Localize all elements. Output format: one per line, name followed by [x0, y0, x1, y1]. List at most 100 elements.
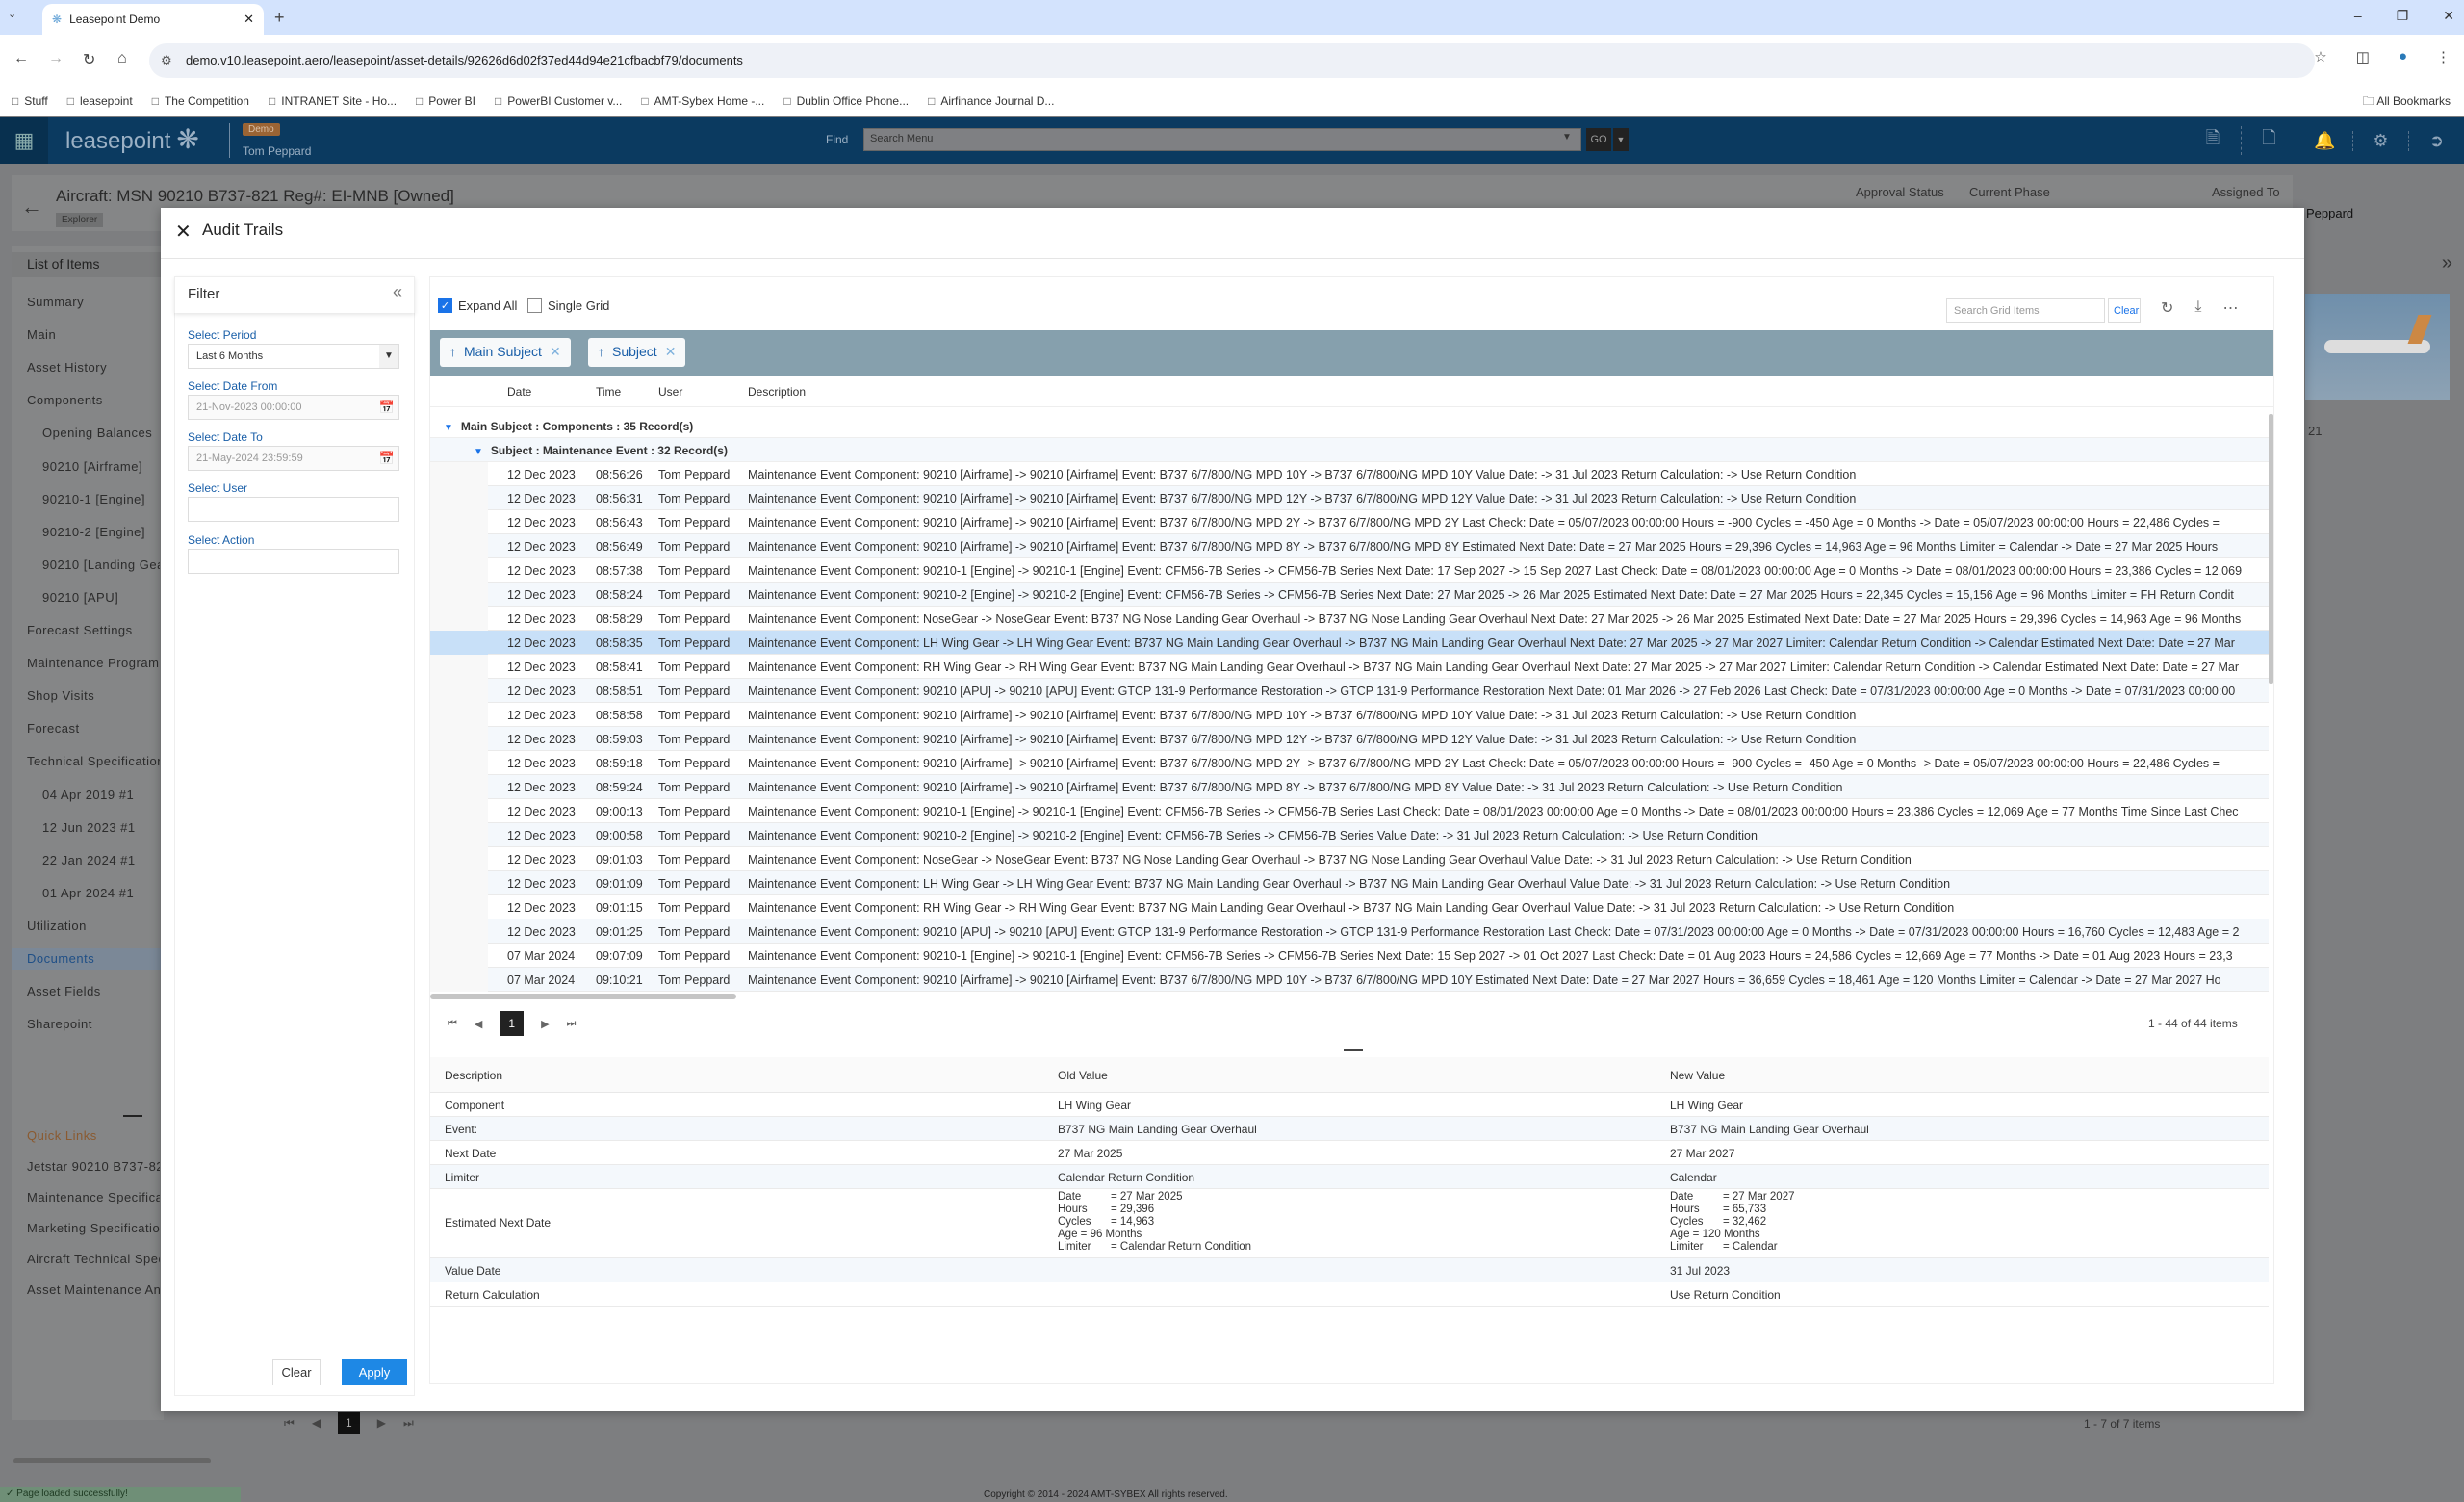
- logout-icon[interactable]: ➲: [2408, 130, 2464, 151]
- approval-document-icon[interactable]: 🗎: [2185, 126, 2241, 155]
- bookmark-item[interactable]: □ AMT-Sybex Home -...: [641, 94, 764, 108]
- calendar-icon[interactable]: 📅: [379, 400, 395, 415]
- sidebar-item[interactable]: 22 Jan 2024 #1: [42, 853, 160, 868]
- sidebar-item[interactable]: Opening Balances: [42, 426, 160, 440]
- bookmark-item[interactable]: □ Power BI: [416, 94, 475, 108]
- detail-row[interactable]: Value Date 31 Jul 2023: [430, 1258, 2269, 1282]
- calendar-icon[interactable]: 📅: [379, 451, 395, 466]
- table-row[interactable]: 12 Dec 2023 09:00:58 Tom Peppard Maintenanc…: [430, 823, 2269, 847]
- table-row[interactable]: 12 Dec 2023 08:58:41 Tom Peppard Maintenanc…: [430, 655, 2269, 679]
- column-header-description[interactable]: Description: [748, 385, 806, 399]
- remove-group-icon[interactable]: ✕: [665, 344, 677, 361]
- more-options-icon[interactable]: ⋯: [2222, 298, 2238, 318]
- close-tab-icon[interactable]: ✕: [244, 12, 254, 27]
- collapse-triangle-icon[interactable]: ▼: [474, 447, 483, 457]
- collapse-triangle-icon[interactable]: ▼: [444, 423, 453, 433]
- bookmark-item[interactable]: □ leasepoint: [67, 94, 133, 108]
- column-header-user[interactable]: User: [658, 385, 682, 399]
- last-page-icon[interactable]: ⏭: [403, 1416, 414, 1431]
- sidebar-scrollbar[interactable]: [13, 1458, 211, 1463]
- all-bookmarks[interactable]: 🗀 All Bookmarks: [2363, 92, 2451, 113]
- restore-icon[interactable]: ❐: [2397, 8, 2409, 24]
- sidebar-item[interactable]: Sharepoint: [27, 1017, 160, 1031]
- sidebar-item[interactable]: Components: [27, 393, 160, 407]
- table-row[interactable]: 12 Dec 2023 09:01:03 Tom Peppard Maintenanc…: [430, 847, 2269, 871]
- column-header-time[interactable]: Time: [596, 385, 621, 399]
- sidebar-item[interactable]: Documents: [27, 951, 160, 966]
- browser-tab[interactable]: ❋ Leasepoint Demo ✕: [42, 4, 264, 35]
- extensions-icon[interactable]: ◫: [2356, 48, 2370, 65]
- tab-search-chevron-icon[interactable]: ⌄: [8, 8, 16, 20]
- table-row[interactable]: 07 Mar 2024 09:07:09 Tom Peppard Maintenanc…: [430, 944, 2269, 968]
- go-dropdown-icon[interactable]: ▼: [1613, 128, 1629, 151]
- date-to-input[interactable]: 21-May-2024 23:59:59 📅: [188, 446, 399, 471]
- search-menu-input[interactable]: Search Menu: [863, 128, 1581, 151]
- next-page-icon[interactable]: ▶: [377, 1416, 386, 1430]
- table-row[interactable]: 12 Dec 2023 08:59:18 Tom Peppard Maintenanc…: [430, 751, 2269, 775]
- select-user-input[interactable]: [188, 497, 399, 522]
- table-row[interactable]: 12 Dec 2023 08:56:26 Tom Peppard Maintenanc…: [430, 462, 2269, 486]
- bookmark-item[interactable]: □ INTRANET Site - Ho...: [269, 94, 397, 108]
- site-settings-icon[interactable]: ⚙: [161, 43, 172, 78]
- prev-page-icon[interactable]: ◀: [475, 1018, 482, 1030]
- group-row-main-subject[interactable]: ▼ Main Subject : Components : 35 Record(s…: [430, 414, 2269, 438]
- quick-link[interactable]: Jetstar 90210 B737-821: [27, 1159, 160, 1174]
- group-row-subject[interactable]: ▼ Subject : Maintenance Event : 32 Record…: [430, 438, 2269, 462]
- quick-link[interactable]: Aircraft Technical Specification: [27, 1252, 160, 1266]
- sidebar-item[interactable]: 12 Jun 2023 #1: [42, 820, 160, 835]
- next-page-icon[interactable]: ▶: [541, 1018, 549, 1030]
- sidebar-item[interactable]: 01 Apr 2024 #1: [42, 886, 160, 900]
- table-row[interactable]: 12 Dec 2023 09:01:09 Tom Peppard Maintenanc…: [430, 871, 2269, 895]
- chevron-down-icon[interactable]: ▼: [379, 345, 398, 368]
- table-row[interactable]: 12 Dec 2023 08:58:24 Tom Peppard Maintenanc…: [430, 583, 2269, 607]
- bookmark-item[interactable]: □ Dublin Office Phone...: [783, 94, 909, 108]
- quick-link[interactable]: Marketing Specification: [27, 1221, 160, 1235]
- address-bar[interactable]: ⚙ demo.v10.leasepoint.aero/leasepoint/as…: [149, 43, 2315, 78]
- filter-clear-button[interactable]: Clear: [272, 1359, 321, 1385]
- sidebar-item[interactable]: Shop Visits: [27, 688, 160, 703]
- page-number[interactable]: 1: [500, 1011, 525, 1036]
- bookmark-item[interactable]: □ PowerBI Customer v...: [495, 94, 622, 108]
- table-row[interactable]: 12 Dec 2023 09:01:25 Tom Peppard Maintenanc…: [430, 919, 2269, 944]
- table-row[interactable]: 12 Dec 2023 08:59:03 Tom Peppard Maintenanc…: [430, 727, 2269, 751]
- reload-icon[interactable]: ↻: [83, 50, 95, 69]
- sidebar-resize-handle[interactable]: [123, 1115, 142, 1117]
- bookmark-star-icon[interactable]: ☆: [2314, 48, 2326, 65]
- last-page-icon[interactable]: ⏭: [567, 1018, 577, 1030]
- download-icon[interactable]: ⤓: [2194, 298, 2201, 318]
- grid-vertical-scrollbar[interactable]: [2269, 414, 2273, 684]
- table-row[interactable]: 12 Dec 2023 08:56:43 Tom Peppard Maintenanc…: [430, 510, 2269, 534]
- first-page-icon[interactable]: ⏮: [448, 1018, 457, 1030]
- quick-link[interactable]: Asset Maintenance Analysis: [27, 1282, 160, 1297]
- back-icon[interactable]: ←: [13, 50, 29, 67]
- close-window-icon[interactable]: ✕: [2443, 8, 2454, 24]
- search-menu-dropdown-icon[interactable]: ▼: [1562, 132, 1572, 142]
- notification-bell-icon[interactable]: 🔔: [2297, 130, 2352, 151]
- forward-icon[interactable]: →: [48, 50, 64, 67]
- sidebar-item[interactable]: Asset Fields: [27, 984, 160, 998]
- sidebar-item[interactable]: 90210 [Airframe]: [42, 459, 160, 474]
- sidebar-item[interactable]: 90210-2 [Engine]: [42, 525, 160, 539]
- sidebar-item[interactable]: Utilization: [27, 919, 160, 933]
- table-row[interactable]: 12 Dec 2023 08:56:31 Tom Peppard Maintenanc…: [430, 486, 2269, 510]
- filter-apply-button[interactable]: Apply: [342, 1359, 407, 1385]
- remove-group-icon[interactable]: ✕: [550, 344, 561, 361]
- grid-horizontal-scrollbar[interactable]: [430, 994, 736, 999]
- sidebar-item[interactable]: Summary: [27, 295, 160, 309]
- back-arrow-icon[interactable]: ←: [21, 194, 42, 220]
- table-row[interactable]: 07 Mar 2024 09:10:21 Tom Peppard Maintenanc…: [430, 968, 2269, 992]
- explorer-badge[interactable]: Explorer: [56, 213, 104, 227]
- home-icon[interactable]: ⌂: [117, 50, 127, 67]
- sidebar-item[interactable]: 90210-1 [Engine]: [42, 492, 160, 506]
- table-row[interactable]: 12 Dec 2023 08:58:58 Tom Peppard Maintenanc…: [430, 703, 2269, 727]
- go-button[interactable]: GO: [1586, 128, 1611, 151]
- pane-splitter-handle[interactable]: [1344, 1049, 1363, 1051]
- page-number[interactable]: 1: [338, 1412, 360, 1434]
- sidebar-item[interactable]: 04 Apr 2019 #1: [42, 788, 160, 802]
- quick-link[interactable]: Maintenance Specification: [27, 1190, 160, 1204]
- document-icon[interactable]: 🗋: [2241, 126, 2297, 155]
- app-launcher-grid-icon[interactable]: ▦: [0, 117, 48, 164]
- close-modal-icon[interactable]: ✕: [175, 220, 192, 244]
- table-row[interactable]: 12 Dec 2023 08:59:24 Tom Peppard Maintenanc…: [430, 775, 2269, 799]
- sidebar-item[interactable]: Asset History: [27, 360, 160, 375]
